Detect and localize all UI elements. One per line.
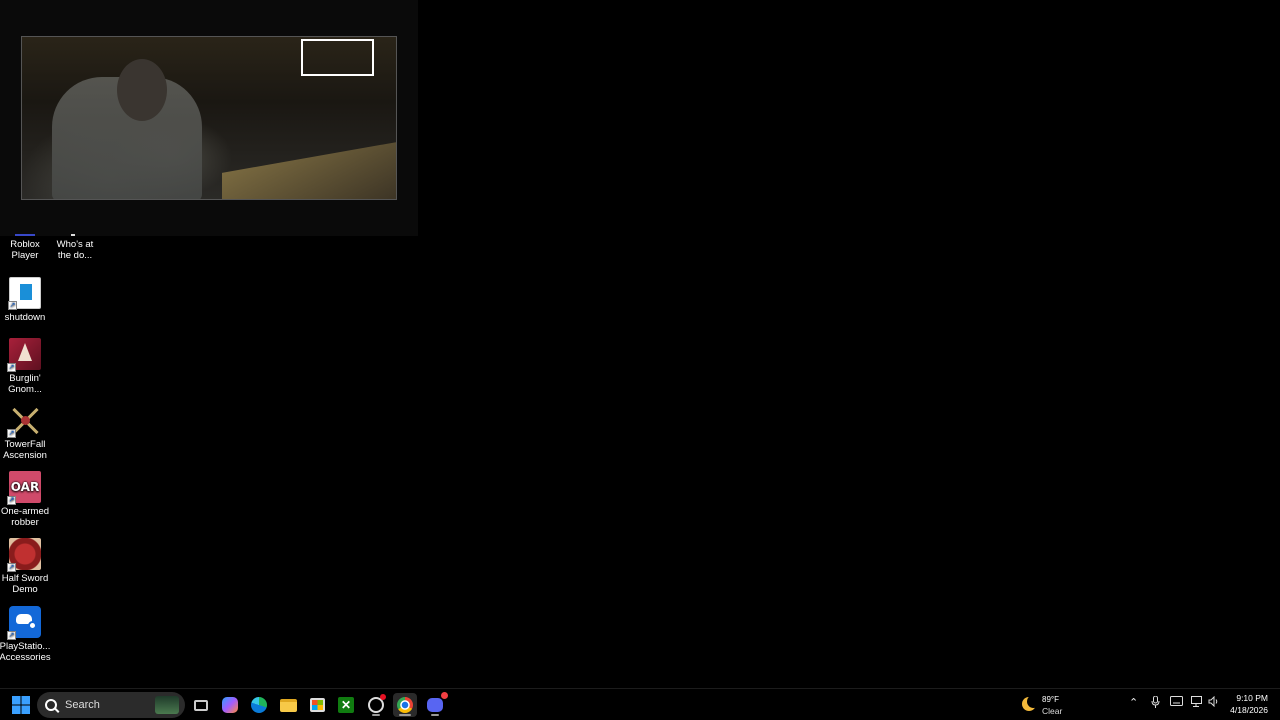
desktop-icon-roblox[interactable]: Roblox Player bbox=[0, 226, 53, 261]
show-hidden-icons-button[interactable]: ⌃ bbox=[1129, 696, 1138, 709]
chrome-icon bbox=[397, 697, 413, 713]
search-placeholder: Search bbox=[65, 699, 100, 711]
running-indicator bbox=[372, 714, 380, 716]
chrome-button[interactable] bbox=[393, 693, 417, 717]
network-button[interactable] bbox=[1191, 696, 1204, 710]
discord-icon bbox=[427, 692, 448, 712]
edge-button[interactable] bbox=[247, 693, 271, 717]
search-highlight-art-icon bbox=[155, 696, 179, 714]
system-clock[interactable]: 9:10 PM 4/18/2026 bbox=[1230, 692, 1268, 716]
weather-widget[interactable]: 89°F Clear bbox=[1020, 692, 1090, 718]
microphone-icon bbox=[1151, 695, 1160, 708]
webcam-feed bbox=[21, 36, 397, 200]
desktop-icon-shutdown[interactable]: ↗ shutdown bbox=[0, 277, 53, 323]
moon-icon bbox=[1022, 695, 1040, 711]
selection-rectangle bbox=[301, 39, 374, 76]
desk-surface bbox=[222, 141, 396, 199]
playstation-accessories-icon: ↗ bbox=[7, 606, 41, 640]
whos-at-the-door-icon bbox=[59, 226, 91, 236]
half-sword-icon: ↗ bbox=[7, 538, 41, 572]
desktop-icon-one-armed-robber[interactable]: OAR ↗ One-armed robber bbox=[0, 471, 53, 528]
shortcut-arrow-icon: ↗ bbox=[7, 563, 16, 572]
microsoft-store-button[interactable] bbox=[305, 693, 329, 717]
speaker-icon bbox=[1208, 695, 1218, 708]
weather-temperature: 89°F bbox=[1042, 695, 1059, 704]
keyboard-icon bbox=[1170, 696, 1183, 706]
search-icon bbox=[45, 699, 57, 711]
desktop-icon-towerfall[interactable]: ↗ TowerFall Ascension bbox=[0, 404, 53, 461]
shutdown-shortcut-icon: ↗ bbox=[8, 277, 41, 310]
active-indicator bbox=[399, 714, 411, 716]
shortcut-arrow-icon: ↗ bbox=[7, 429, 16, 438]
task-view-icon bbox=[194, 699, 208, 711]
store-icon bbox=[309, 698, 325, 712]
person-head bbox=[117, 59, 167, 121]
webcam-overlay-window[interactable] bbox=[0, 0, 418, 236]
one-armed-robber-icon: OAR ↗ bbox=[7, 471, 41, 505]
shortcut-arrow-icon: ↗ bbox=[7, 496, 16, 505]
clock-time: 9:10 PM bbox=[1236, 693, 1268, 703]
file-explorer-button[interactable] bbox=[276, 693, 300, 717]
roblox-icon bbox=[9, 226, 41, 236]
desktop-icon-playstation-accessories[interactable]: ↗ PlayStatio... Accessories bbox=[0, 606, 53, 663]
towerfall-icon: ↗ bbox=[7, 404, 41, 438]
edge-icon bbox=[251, 697, 267, 713]
xbox-button[interactable]: ✕ bbox=[334, 693, 358, 717]
burglin-gnomes-icon: ↗ bbox=[7, 338, 41, 372]
taskbar: Search ✕ 89°F Clear ⌃ 9:10 PM 4/18/2026 bbox=[0, 688, 1280, 720]
weather-condition: Clear bbox=[1042, 706, 1063, 716]
desktop-icon-burglin-gnomes[interactable]: ↗ Burglin' Gnom... bbox=[0, 338, 53, 395]
desktop-icon-half-sword[interactable]: ↗ Half Sword Demo bbox=[0, 538, 53, 595]
volume-button[interactable] bbox=[1208, 695, 1220, 710]
task-view-button[interactable] bbox=[189, 693, 213, 717]
obs-button[interactable] bbox=[364, 693, 388, 717]
shortcut-arrow-icon: ↗ bbox=[7, 631, 16, 640]
running-indicator bbox=[431, 714, 439, 716]
start-button[interactable] bbox=[9, 693, 33, 717]
keyboard-button[interactable] bbox=[1170, 696, 1183, 709]
discord-button[interactable] bbox=[423, 692, 448, 717]
copilot-icon bbox=[222, 697, 238, 713]
copilot-button[interactable] bbox=[218, 693, 242, 717]
network-monitor-icon bbox=[1191, 696, 1202, 707]
search-box[interactable]: Search bbox=[37, 692, 185, 718]
obs-icon bbox=[368, 694, 386, 713]
clock-date: 4/18/2026 bbox=[1230, 705, 1268, 715]
windows-logo-icon bbox=[12, 696, 30, 714]
chevron-up-icon: ⌃ bbox=[1129, 697, 1139, 709]
desktop-icon-whos-at-the-door[interactable]: Who's at the do... bbox=[47, 226, 103, 261]
folder-icon bbox=[279, 698, 297, 712]
shortcut-arrow-icon: ↗ bbox=[8, 301, 17, 310]
shortcut-arrow-icon: ↗ bbox=[7, 363, 16, 372]
microphone-button[interactable] bbox=[1151, 695, 1160, 711]
xbox-icon: ✕ bbox=[338, 697, 354, 713]
